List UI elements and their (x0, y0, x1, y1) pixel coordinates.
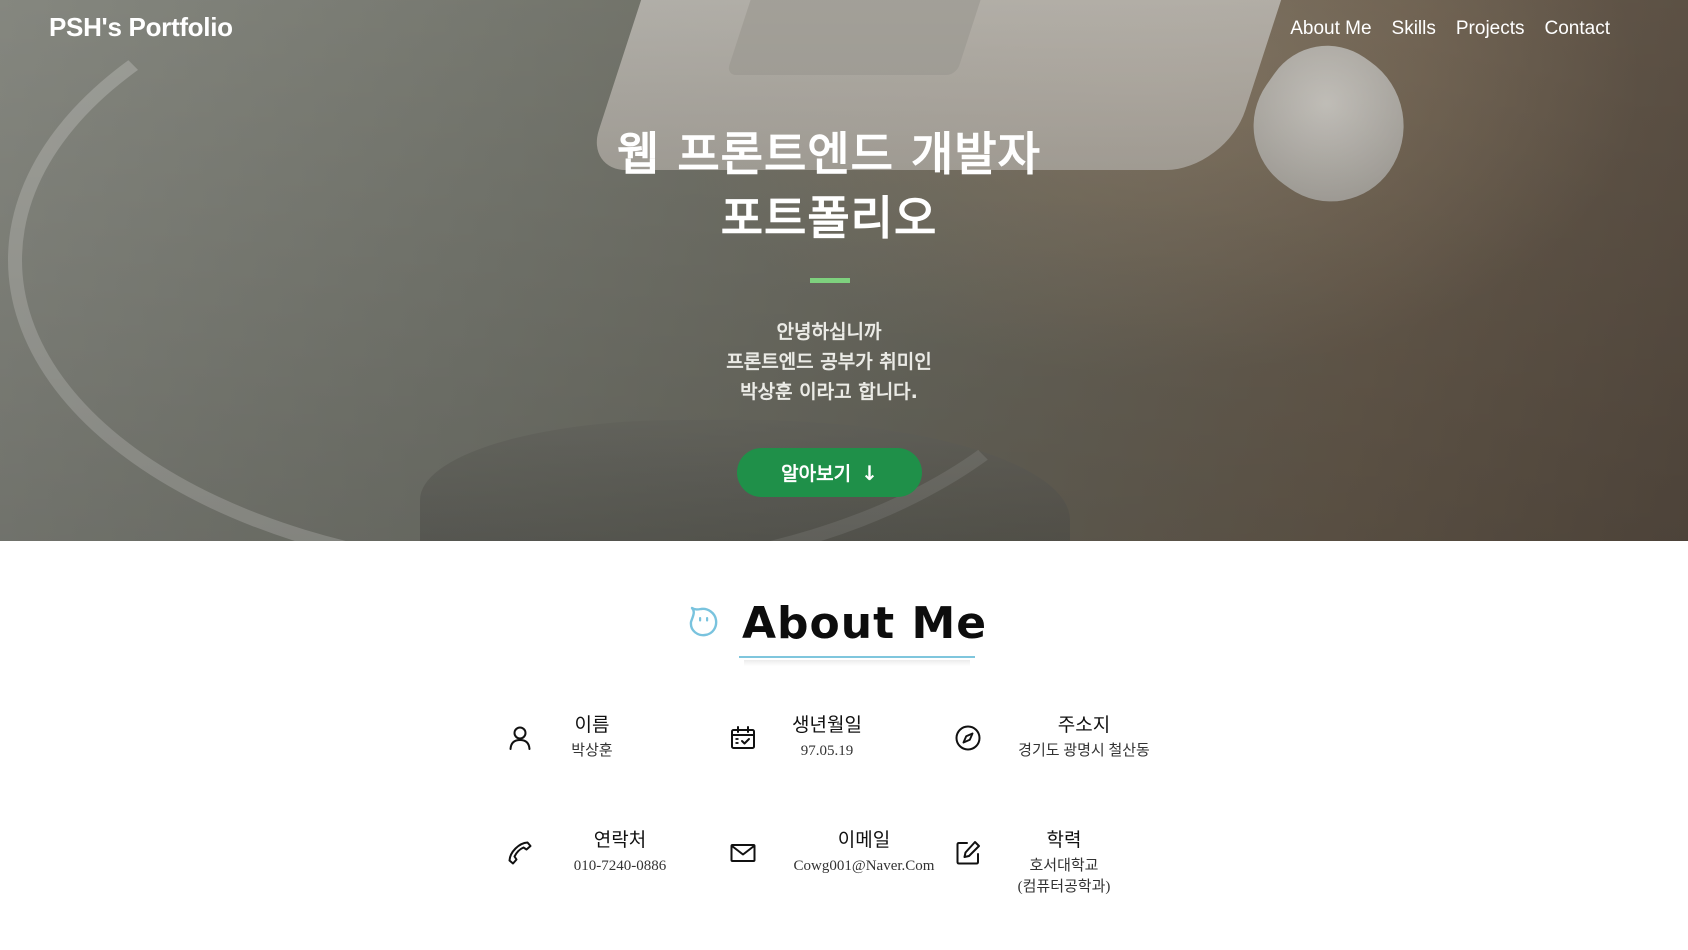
calendar-check-icon (731, 726, 755, 749)
info-label: 학력 (1046, 829, 1082, 851)
about-title-underline (739, 656, 975, 658)
info-item-address: 주소지 경기도 광명시 철산동 (954, 710, 1184, 790)
info-value: 박상훈 (571, 743, 613, 759)
nav-item-about-me[interactable]: About Me (1290, 18, 1371, 40)
hero-intro-line: 프론트엔드 공부가 취미인 (726, 351, 932, 373)
hero-section: PSH's Portfolio About Me Skills Projects… (0, 0, 1688, 541)
about-title-underline-shadow (744, 660, 970, 666)
hero-title-line: 웹 프론트엔드 개발자 (617, 127, 1041, 181)
learn-more-label: 알아보기 (781, 463, 852, 485)
main-nav: About Me Skills Projects Contact (1290, 18, 1610, 40)
info-label: 주소지 (1057, 714, 1111, 736)
about-title: About Me (742, 598, 988, 649)
edit-icon (956, 841, 980, 865)
hero-intro: 안녕하십니까 프론트엔드 공부가 취미인 박상훈 이라고 합니다. (0, 317, 1658, 407)
phone-icon (508, 841, 532, 865)
info-value: 경기도 광명시 철산동 (1018, 743, 1150, 759)
info-value: Cowg001@Naver.Com (793, 858, 935, 874)
info-value: (컴퓨터공학과) (1017, 879, 1111, 895)
info-value: 010-7240-0886 (573, 858, 667, 874)
info-value: 97.05.19 (800, 743, 854, 759)
info-item-birthdate: 생년월일 97.05.19 (729, 710, 929, 790)
compass-icon (955, 725, 981, 751)
smiley-mascot-icon (689, 606, 718, 637)
info-label: 이름 (574, 714, 610, 736)
about-header: About Me (0, 598, 1688, 678)
info-label: 이메일 (837, 829, 891, 851)
person-icon (509, 726, 531, 750)
info-item-name: 이름 박상훈 (506, 710, 706, 790)
nav-item-contact[interactable]: Contact (1545, 18, 1610, 40)
hero-intro-line: 박상훈 이라고 합니다. (740, 381, 918, 403)
hero-divider (810, 278, 850, 283)
nav-item-skills[interactable]: Skills (1392, 18, 1436, 40)
nav-item-projects[interactable]: Projects (1456, 18, 1525, 40)
info-label: 생년월일 (792, 714, 862, 736)
info-label: 연락처 (593, 829, 647, 851)
brand-logo[interactable]: PSH's Portfolio (49, 12, 233, 43)
hero-title-line: 포트폴리오 (720, 191, 938, 245)
mail-icon (730, 844, 756, 862)
arrow-down-icon: ↓ (861, 460, 878, 485)
learn-more-button[interactable]: 알아보기 ↓ (737, 448, 922, 497)
info-value: 호서대학교 (1029, 858, 1099, 874)
info-item-education: 학력 호서대학교 (컴퓨터공학과) (954, 825, 1154, 905)
info-item-phone: 연락처 010-7240-0886 (506, 825, 706, 905)
hero-title: 웹 프론트엔드 개발자 포트폴리오 (0, 122, 1658, 250)
info-item-email: 이메일 Cowg001@Naver.Com (729, 825, 949, 905)
hero-intro-line: 안녕하십니까 (776, 321, 882, 343)
